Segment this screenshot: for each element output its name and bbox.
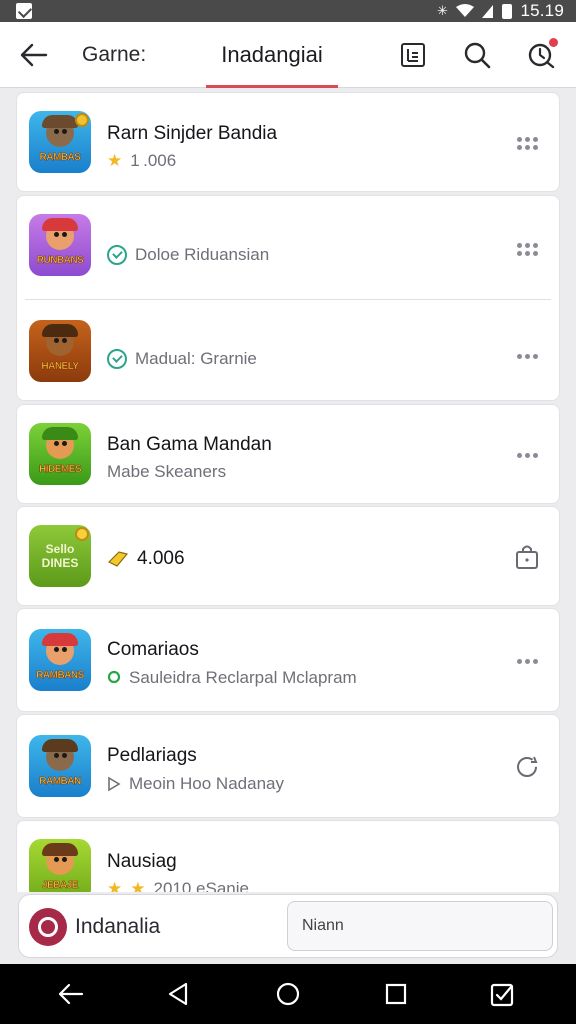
- more-button[interactable]: [511, 441, 543, 469]
- tab-active[interactable]: Inadangiai: [206, 22, 338, 88]
- app-icon: RAMBANS: [29, 629, 91, 691]
- nav-checklist-button[interactable]: [480, 974, 524, 1014]
- refresh-icon: [517, 756, 538, 777]
- item-title: Nausiag: [107, 851, 177, 872]
- search-bar: Indanalia: [18, 894, 558, 958]
- item-title: Pedlariags: [107, 745, 197, 766]
- tab-label: Inadangiai: [221, 42, 323, 67]
- item-subtitle: Sauleidra Reclarpal Mclapram: [107, 668, 357, 688]
- app-icon: RAMBAN: [29, 735, 91, 797]
- app-icon: RAMBAS: [29, 111, 91, 173]
- more-button[interactable]: [511, 129, 543, 157]
- item-subtitle[interactable]: Madual: Grarnie: [107, 349, 257, 369]
- nav-triangle-button[interactable]: [156, 974, 200, 1014]
- more-horizontal-icon: [516, 452, 538, 458]
- item-title: Ban Gama Mandan: [107, 434, 272, 455]
- coin-badge-icon: [75, 113, 89, 127]
- list-item[interactable]: Sello DINES 4.006: [16, 506, 560, 606]
- game-list[interactable]: RAMBAS Rarn Sinjder Bandia ★ 1 .006 RUNB…: [16, 92, 560, 892]
- divider: [25, 299, 551, 300]
- bag-button[interactable]: [511, 543, 543, 571]
- notification-dot: [549, 38, 558, 47]
- list-view-button[interactable]: [396, 38, 430, 72]
- battery-icon: [502, 3, 512, 19]
- refresh-button[interactable]: [511, 753, 543, 781]
- star-icon: ★: [130, 879, 146, 892]
- list-item[interactable]: RAMBAS Rarn Sinjder Bandia ★ 1 .006: [16, 92, 560, 192]
- app-icon: Sello DINES: [29, 525, 91, 587]
- bluetooth-icon: ✳: [437, 3, 448, 18]
- history-button[interactable]: [524, 38, 558, 72]
- tab-underline: [206, 85, 338, 88]
- search-icon: [464, 42, 491, 69]
- list-group: RUNBANS Doloe Riduansian HANELY Madual: …: [16, 195, 560, 401]
- app-header: Garne: Inadangiai: [0, 22, 576, 88]
- more-grid-icon: [516, 242, 538, 256]
- item-title: Comariaos: [107, 639, 199, 660]
- home-triangle-icon: [168, 982, 188, 1006]
- item-subtitle: 4.006: [107, 548, 185, 570]
- star-icon: ★: [107, 879, 123, 892]
- signal-icon: [482, 5, 493, 18]
- status-bar: ✳ 15.19: [0, 0, 576, 22]
- item-subtitle: ★ ★ 2010 eSanie: [107, 879, 249, 892]
- location-icon: [107, 670, 121, 684]
- app-logo-icon: [29, 908, 67, 946]
- more-horizontal-icon: [516, 353, 538, 359]
- nav-home-button[interactable]: [266, 974, 310, 1014]
- notification-icon: [16, 3, 32, 19]
- item-subtitle: Mabe Skeaners: [107, 462, 227, 481]
- header-title: Garne:: [82, 43, 147, 66]
- check-circle-icon: [107, 245, 127, 265]
- back-button[interactable]: [16, 38, 52, 72]
- app-icon: HANELY: [29, 320, 91, 382]
- recents-square-icon: [385, 983, 407, 1005]
- more-button[interactable]: [511, 342, 543, 370]
- arrow-left-icon: [20, 43, 48, 67]
- search-input[interactable]: [287, 901, 553, 951]
- checklist-icon: [490, 983, 514, 1007]
- home-circle-icon: [276, 982, 300, 1006]
- nav-recents-button[interactable]: [374, 974, 418, 1014]
- item-subtitle[interactable]: Doloe Riduansian: [107, 245, 269, 265]
- item-subtitle: ★ 1 .006: [107, 151, 177, 170]
- item-title: Rarn Sinjder Bandia: [107, 123, 278, 144]
- more-button[interactable]: [511, 235, 543, 263]
- tag-icon: [107, 551, 129, 567]
- app-icon: JEBAJE: [29, 839, 91, 892]
- star-badge-icon: [75, 527, 89, 541]
- status-icons: ✳: [437, 2, 512, 20]
- play-icon: [108, 776, 121, 792]
- more-button[interactable]: [511, 647, 543, 675]
- bag-icon: [516, 545, 538, 569]
- app-icon: HIDEMES: [29, 423, 91, 485]
- more-grid-icon: [516, 136, 538, 150]
- item-subtitle: Meoin Hoo Nadanay: [107, 774, 284, 794]
- list-item[interactable]: RAMBAN Pedlariags Meoin Hoo Nadanay: [16, 714, 560, 818]
- search-label: Indanalia: [75, 915, 161, 938]
- wifi-icon: [456, 4, 474, 17]
- system-nav-bar: [0, 964, 576, 1024]
- status-time: 15.19: [520, 1, 564, 20]
- list-item[interactable]: HIDEMES Ban Gama Mandan Mabe Skeaners: [16, 404, 560, 504]
- list-item[interactable]: JEBAJE Nausiag ★ ★ 2010 eSanie: [16, 820, 560, 892]
- check-circle-icon: [107, 349, 127, 369]
- more-horizontal-icon: [516, 658, 538, 664]
- search-button[interactable]: [460, 38, 494, 72]
- back-icon: [58, 983, 84, 1005]
- list-item[interactable]: RAMBANS Comariaos Sauleidra Reclarpal Mc…: [16, 608, 560, 712]
- star-icon: ★: [107, 151, 123, 170]
- nav-back-button[interactable]: [48, 974, 92, 1014]
- list-icon: [401, 43, 425, 67]
- app-icon: RUNBANS: [29, 214, 91, 276]
